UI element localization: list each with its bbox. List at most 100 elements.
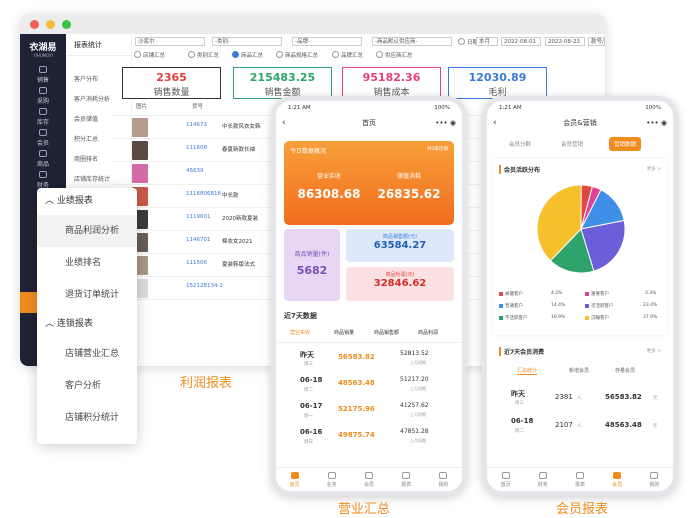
stat-card-qty: 2365 销售数量	[122, 67, 221, 99]
list-item[interactable]: 06-16 周日 49875.74 47851.28 上月同期	[276, 425, 462, 451]
radio-category-sum[interactable]: 类别汇总	[188, 51, 219, 59]
menu-item-customer[interactable]: 客户分析	[37, 370, 137, 402]
stat-card-profit: 12030.89 毛利	[448, 67, 547, 99]
more-icon[interactable]: ••• ◉	[435, 115, 456, 132]
list-item[interactable]: 06-17 周一 52175.96 41257.62 上月同期	[276, 399, 462, 425]
more-icon[interactable]: ••• ◉	[646, 115, 667, 132]
caption-member: 会员报表	[556, 502, 609, 517]
shop-select[interactable]: 沙浆尔	[135, 37, 205, 46]
sidebar-item-goods[interactable]: 商品	[20, 148, 66, 169]
tab-home[interactable]: 首页	[487, 468, 524, 491]
list-item[interactable]: 昨天 周三 2381 人 56583.82 元	[493, 387, 667, 413]
sales-value: 86308.68	[297, 187, 361, 201]
profit-card[interactable]: 商品利润(元) 32846.62	[346, 267, 454, 301]
tab-qty[interactable]: 商品销量	[334, 329, 354, 336]
tab-profit[interactable]: 商品利润	[418, 329, 438, 336]
filter-bar: 沙浆尔 -类别- -品牌- -商品默认供应商- 日期 本月 2022-08-01…	[132, 34, 605, 64]
supplier-select[interactable]: -商品默认供应商-	[372, 37, 452, 46]
menu-group-performance[interactable]: ︿ 业绩报表	[37, 188, 137, 215]
list-item[interactable]: 昨天 周三 56583.82 52813.52 上月同期	[276, 347, 462, 373]
date-to-input[interactable]: 2022-08-23	[545, 37, 585, 46]
legend-pct: 16.9%	[551, 315, 566, 320]
date-label: 日期	[458, 38, 478, 46]
report-menu-popup: ︿ 业绩报表 商品利润分析 业绩排名 退货订单统计 ︿ 连锁报表 店铺营业汇总 …	[37, 188, 137, 444]
qty-card[interactable]: 商品销量(件) 5682	[284, 229, 340, 301]
menu-group-chain[interactable]: ︿ 连锁报表	[37, 311, 137, 338]
title-bar	[20, 14, 605, 34]
status-bar: 1:21 AM 100%	[288, 105, 450, 111]
vtab-new[interactable]: 新增会员	[569, 367, 589, 374]
sidebar-item-sales[interactable]: 销售	[20, 64, 66, 85]
seg-data[interactable]: 营销数据	[609, 137, 642, 151]
category-select[interactable]: -类别-	[212, 37, 282, 46]
minimize-dot[interactable]	[46, 19, 55, 29]
more-link[interactable]: 更多 >	[647, 348, 661, 354]
radio-goods-sum[interactable]: 商品汇总	[232, 51, 263, 59]
sidebar-item-stock[interactable]: 库存	[20, 106, 66, 127]
period-select[interactable]: 本月	[476, 37, 498, 46]
radio-supplier-sum[interactable]: 供应商汇总	[376, 51, 413, 59]
stored-value: 26835.62	[377, 187, 441, 201]
radio-spec-sum[interactable]: 商品规格汇总	[276, 51, 318, 59]
sidebar-item-finance[interactable]: 财务	[20, 169, 66, 190]
vtab-stock[interactable]: 存量会员	[615, 367, 635, 374]
vip-card: 近7天会员消费 更多 > 汇总统计 新增会员 存量会员 昨天 周三 2381 人 565…	[493, 341, 667, 451]
tab-mine[interactable]: 我的	[425, 468, 462, 491]
legend-pct: 4.2%	[551, 291, 563, 296]
nav-bar: ‹ 首页 ••• ◉	[276, 115, 462, 132]
maximize-dot[interactable]	[62, 19, 71, 29]
vtab-summary[interactable]: 汇总统计	[517, 367, 538, 375]
sidebar-item-member[interactable]: 会员	[20, 127, 66, 148]
legend-item: 次活跃客户	[585, 303, 614, 309]
amount-card[interactable]: 商品销售额(元) 63584.27	[346, 229, 454, 262]
subnav-title: 报表统计	[66, 34, 131, 56]
menu-item-returns[interactable]: 退货订单统计	[37, 279, 137, 311]
stat-card-cost: 95182.36 销售成本	[342, 67, 441, 99]
seg-marketing[interactable]: 会员营销	[561, 140, 583, 148]
week-tabs: 营业实收 商品销量 商品销售额 商品利润	[276, 329, 462, 343]
menu-item-ranking[interactable]: 业绩排名	[37, 247, 137, 279]
stat-card-amount: 215483.25 销售金额	[233, 67, 332, 99]
chevron-up-icon: ︿	[45, 196, 57, 206]
legend-item: 重要客户	[585, 291, 609, 297]
today-overview-card: 今日数据概况 共3家店铺 营业实收 86308.68 储值消耗 26835.62	[284, 141, 454, 225]
sku-input[interactable]: 款号/商	[588, 37, 605, 46]
nav-bar: ‹ 会员&营销 ••• ◉	[487, 115, 673, 132]
tab-mine[interactable]: 我的	[636, 468, 673, 491]
close-dot[interactable]	[30, 19, 39, 29]
menu-item-profit-analysis[interactable]: 商品利润分析	[37, 215, 137, 247]
radio-shop-sum[interactable]: 店铺汇总	[134, 51, 165, 59]
activity-pie-chart	[536, 184, 626, 274]
legend-pct: 23.4%	[643, 303, 658, 308]
tab-member[interactable]: 会员	[599, 468, 636, 491]
date-from-input[interactable]: 2022-08-01	[501, 37, 541, 46]
phone-member: 1:21 AM 100% ‹ 会员&营销 ••• ◉ 会员分群 会员营销 营销数据 会…	[482, 96, 678, 496]
legend-pct: 37.9%	[643, 315, 658, 320]
week-list: 昨天 周三 56583.82 52813.52 上月同期 06-18 周二 48563.48…	[276, 347, 462, 451]
tab-member[interactable]: 会员	[350, 468, 387, 491]
tab-amount[interactable]: 商品销售额	[374, 329, 399, 336]
legend-item: 沉睡客户	[585, 315, 609, 321]
brand-select[interactable]: -品牌-	[292, 37, 362, 46]
tab-home[interactable]: 首页	[276, 468, 313, 491]
legend-pct: 3.3%	[645, 291, 657, 296]
list-item[interactable]: 06-18 周二 2107 人 48563.48 元	[493, 415, 667, 441]
list-item[interactable]: 06-18 周二 48563.48 51217.20 上月同期	[276, 373, 462, 399]
tab-report[interactable]: 报表	[561, 468, 598, 491]
legend-item: 普通客户	[499, 303, 523, 309]
menu-item-shop-summary[interactable]: 店铺营业汇总	[37, 338, 137, 370]
tab-finance[interactable]: 财务	[524, 468, 561, 491]
seg-groups[interactable]: 会员分群	[509, 140, 531, 148]
app-logo: 衣湖易 YIHUMOYI	[29, 43, 57, 58]
caption-profit: 利润报表	[180, 376, 233, 391]
tab-sales[interactable]: 营业实收	[290, 329, 310, 336]
tab-business[interactable]: 业务	[313, 468, 350, 491]
tab-report[interactable]: 报表	[388, 468, 425, 491]
back-icon[interactable]: ‹	[493, 115, 497, 132]
sidebar-item-purchase[interactable]: 采购	[20, 85, 66, 106]
activity-card: 会员活跃分布 更多 > 关键客户 4.2% 重要客户 3.3% 普通客户 14.…	[493, 159, 667, 335]
menu-item-points[interactable]: 店铺积分统计	[37, 402, 137, 434]
back-icon[interactable]: ‹	[282, 115, 286, 132]
radio-brand-sum[interactable]: 品牌汇总	[332, 51, 363, 59]
more-link[interactable]: 更多 >	[647, 166, 661, 172]
